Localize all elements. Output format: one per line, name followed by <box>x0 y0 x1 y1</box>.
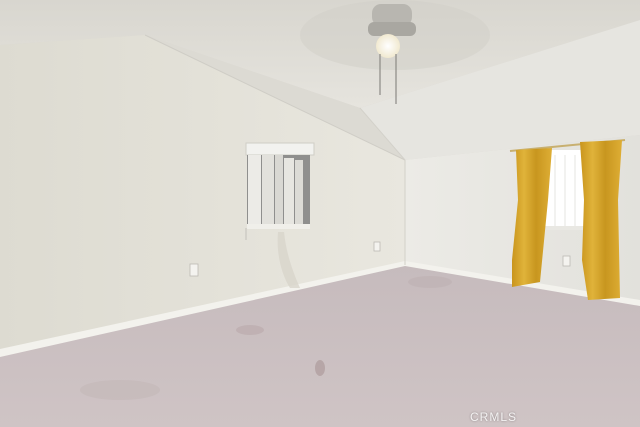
carpet-stain <box>408 276 452 288</box>
room-photo: CRMLS <box>0 0 640 427</box>
room-illustration <box>0 0 640 427</box>
carpet-stain <box>315 360 325 376</box>
watermark-text: CRMLS <box>470 410 518 424</box>
electrical-outlet <box>189 263 199 277</box>
electrical-outlet <box>562 255 571 267</box>
carpet-stain <box>80 380 160 400</box>
electrical-outlet <box>373 241 381 252</box>
carpet-stain <box>236 325 264 335</box>
